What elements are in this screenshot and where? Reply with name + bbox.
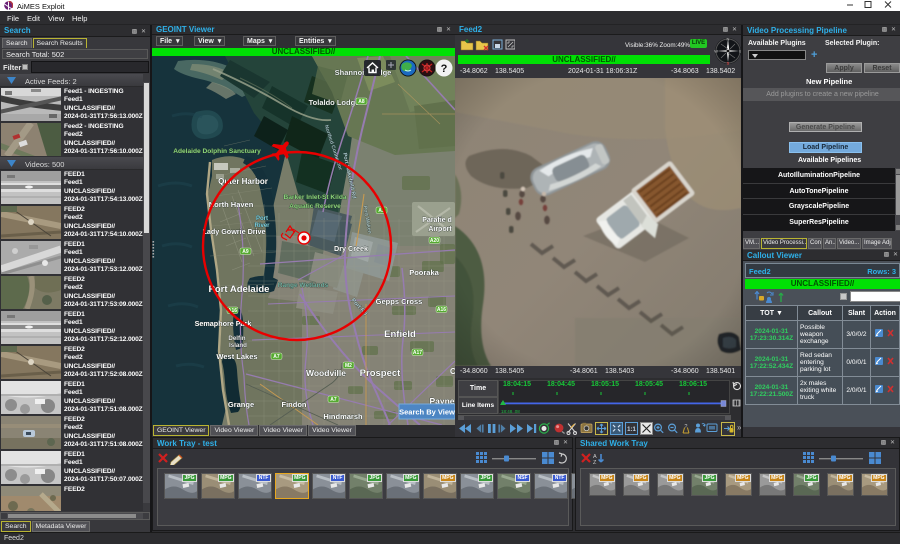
svg-text:Dry Creek: Dry Creek	[334, 244, 368, 253]
svg-text:A8: A8	[358, 99, 365, 105]
svg-text:Gepps Cross: Gepps Cross	[376, 297, 423, 306]
svg-text:A20: A20	[430, 238, 439, 244]
svg-text:Enfield: Enfield	[384, 329, 416, 340]
svg-text:Grange: Grange	[228, 400, 254, 409]
svg-text:Tolaldo Lodge: Tolaldo Lodge	[309, 98, 360, 107]
svg-text:?: ?	[684, 424, 687, 430]
svg-text:A9: A9	[242, 249, 249, 255]
svg-text:Delfin: Delfin	[228, 335, 245, 342]
svg-text:A16: A16	[437, 307, 446, 313]
svg-text:W: W	[714, 48, 718, 53]
svg-text:Range Wetlands: Range Wetlands	[278, 282, 329, 289]
svg-text:Parafie d: Parafie d	[422, 217, 452, 224]
svg-text:Shannon Lodge: Shannon Lodge	[335, 68, 392, 77]
svg-text:Prospect: Prospect	[360, 368, 401, 379]
svg-text:Adelaide Dolphin Sanctuary: Adelaide Dolphin Sanctuary	[173, 148, 261, 155]
svg-text:Findon: Findon	[282, 400, 307, 409]
svg-text:A17: A17	[413, 350, 422, 356]
svg-text:A7: A7	[273, 354, 280, 360]
svg-text:Aquatic Reserve: Aquatic Reserve	[289, 203, 341, 210]
svg-text:M2: M2	[345, 363, 352, 369]
svg-text:Pooraka: Pooraka	[409, 268, 439, 277]
svg-text:West Lakes: West Lakes	[216, 352, 257, 361]
svg-text:Lady Gowrie Drive: Lady Gowrie Drive	[202, 227, 265, 236]
svg-text:1:1: 1:1	[627, 427, 636, 433]
svg-text:18:48..08: 18:48..08	[501, 409, 520, 414]
svg-text:Island: Island	[229, 342, 247, 349]
svg-text:N: N	[727, 37, 730, 42]
svg-text:Port Adelaide: Port Adelaide	[209, 284, 270, 295]
svg-text:A7: A7	[330, 397, 337, 403]
svg-text:Airport: Airport	[428, 226, 452, 233]
svg-text:Port: Port	[256, 216, 268, 222]
svg-text:?: ?	[441, 63, 448, 75]
svg-text:Woodville: Woodville	[306, 368, 346, 378]
svg-text:Search By View: Search By View	[399, 408, 455, 417]
svg-text:Hindmarsh: Hindmarsh	[323, 412, 363, 421]
svg-text:Barker Inlet-St Kilda: Barker Inlet-St Kilda	[283, 194, 346, 201]
svg-text:Z: Z	[593, 460, 597, 465]
